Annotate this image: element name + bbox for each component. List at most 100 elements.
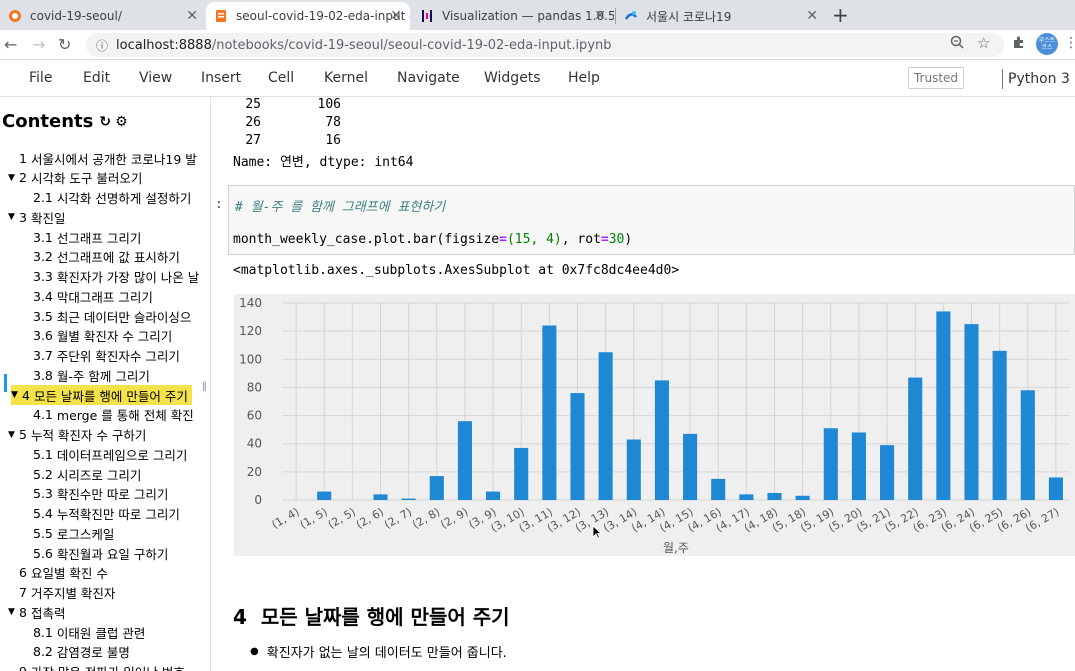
code-cell[interactable]: # 월-주 를 함께 그래프에 표현하기 month_weekly_case.p…	[228, 185, 1075, 255]
bar	[767, 492, 782, 500]
bar-chart-svg: 020406080100120140(1, 4)(1, 5)(2, 5)(2, …	[239, 296, 1070, 555]
back-icon[interactable]: ←	[4, 35, 17, 54]
kernel-name[interactable]: Python 3	[1008, 71, 1070, 87]
more-menu-icon[interactable]: ⋮	[1064, 35, 1075, 51]
toc-item[interactable]: 8.1 이태원 클럽 관련	[33, 622, 145, 642]
toc-item[interactable]: 5.6 확진월과 요일 구하기	[33, 543, 168, 563]
toc-item[interactable]: ▼ 4 모든 날짜를 행에 만들어 주기	[11, 385, 192, 405]
resize-handle[interactable]: ‖	[202, 381, 207, 392]
toc-item[interactable]: ▼ 3 확진일	[8, 207, 65, 227]
toc-item[interactable]: 9 가장 많은 전파가 일어난 번호	[8, 662, 185, 671]
toc-item[interactable]: ▼ 8 접촉력	[8, 602, 65, 622]
toc-sidebar: Contents ↻ ⚙ 1 서울시에서 공개한 코로나19 발 ▼ 2 시각화 도구 …	[0, 97, 211, 671]
toc-item[interactable]: 5.3 확진수만 따로 그리기	[33, 484, 168, 504]
toc-item[interactable]: 2.1 시각화 선명하게 설정하기	[33, 188, 191, 208]
close-icon[interactable]: ✕	[390, 8, 402, 24]
refresh-icon[interactable]: ↻	[99, 114, 111, 130]
zoom-icon[interactable]	[950, 35, 964, 53]
bar	[739, 494, 754, 500]
url-input[interactable]: ⓘ localhost:8888/notebooks/covid-19-seou…	[86, 33, 1004, 57]
toc-item-number: 5	[19, 427, 27, 442]
toc-item[interactable]: 6 요일별 확진 수	[8, 563, 108, 583]
code-comment: # 월-주 를 함께 그래프에 표현하기	[235, 200, 446, 215]
menu-kernel[interactable]: Kernel	[324, 70, 368, 86]
toc-header: Contents ↻ ⚙	[2, 111, 128, 132]
toc-item[interactable]: 3.6 월별 확진자 수 그리기	[33, 326, 172, 346]
toc-item[interactable]: 3.7 주단위 확진자수 그리기	[33, 346, 180, 366]
y-tick-label: 60	[247, 409, 262, 423]
toc-item[interactable]: 3.8 월-주 함께 그리기	[33, 365, 150, 385]
avatar[interactable]: 부스트코스	[1036, 33, 1058, 55]
toc-item-number: 3.7	[33, 348, 53, 363]
close-icon[interactable]: ✕	[806, 8, 818, 24]
toc-item[interactable]: 3.5 최근 데이터만 슬라이싱으	[33, 306, 191, 326]
address-toolbar: ← → ↻ ⓘ localhost:8888/notebooks/covid-1…	[0, 30, 1075, 60]
toc-item-label: 확진일	[30, 210, 66, 226]
toc-item[interactable]: ▼ 5 누적 확진자 수 구하기	[8, 425, 146, 445]
toc-item[interactable]: 5.4 누적확진만 따로 그리기	[33, 504, 180, 524]
bar	[908, 377, 923, 500]
chevron-down-icon[interactable]: ▼	[8, 212, 17, 222]
row-value: 106	[317, 97, 341, 112]
close-icon[interactable]: ✕	[186, 8, 198, 24]
tab-pandas-visualization[interactable]: Visualization — pandas 1.0.5 d ✕	[412, 2, 614, 30]
menu-insert[interactable]: Insert	[201, 70, 241, 86]
reload-icon[interactable]: ↻	[58, 35, 71, 54]
info-icon[interactable]: ⓘ	[96, 37, 108, 54]
toc-item[interactable]: 3.2 선그래프에 값 표시하기	[33, 247, 180, 267]
toc-item-number: 7	[19, 585, 27, 600]
toc-item[interactable]: 3.1 선그래프 그리기	[33, 227, 141, 247]
tab-eda-notebook[interactable]: seoul-covid-19-02-eda-input - ✕	[206, 2, 410, 30]
x-tick-label: (2, 6)	[354, 505, 386, 531]
menu-edit[interactable]: Edit	[83, 70, 110, 86]
toc-item[interactable]: 1 서울시에서 공개한 코로나19 발	[8, 148, 197, 168]
toc-item[interactable]: 5.5 로그스케일	[33, 523, 114, 543]
toc-item[interactable]: 5.2 시리즈로 그리기	[33, 464, 141, 484]
menu-help[interactable]: Help	[568, 70, 600, 86]
toc-item[interactable]: ▼ 2 시각화 도구 불러오기	[8, 168, 142, 188]
close-icon[interactable]: ✕	[594, 8, 606, 24]
chevron-down-icon[interactable]: ▼	[8, 173, 17, 183]
menu-cell[interactable]: Cell	[268, 70, 294, 86]
chevron-down-icon[interactable]: ▼	[8, 607, 17, 617]
tab-covid-19-seoul[interactable]: covid-19-seoul/ ✕	[0, 2, 206, 30]
bookmark-star-icon[interactable]: ☆	[977, 34, 990, 52]
x-axis-label: 월,주	[663, 541, 689, 555]
toc-item[interactable]: 7 거주지별 확진자	[8, 583, 115, 603]
y-tick-label: 80	[247, 380, 262, 394]
toc-item[interactable]: 5.1 데이터프레임으로 그리기	[33, 444, 187, 464]
toc-item-number: 3.5	[33, 308, 53, 324]
notebook-area: 25 106 26 78 27 16 Name: 연변, dtype: int64 :…	[212, 97, 1075, 671]
chevron-down-icon[interactable]: ▼	[11, 390, 20, 400]
menu-widgets[interactable]: Widgets	[484, 70, 541, 86]
toc-item[interactable]: 3.4 막대그래프 그리기	[33, 286, 153, 306]
toc-item-label: 누적확진만 따로 그리기	[56, 507, 180, 522]
chevron-down-icon[interactable]: ▼	[8, 430, 17, 440]
toc-item[interactable]: 3.3 확진자가 가장 많이 나온 날	[33, 267, 199, 287]
gear-icon[interactable]: ⚙	[115, 114, 128, 130]
x-tick-label: (1, 5)	[298, 505, 330, 531]
toc-item-label: 데이터프레임으로 그리기	[56, 447, 188, 463]
bar	[823, 428, 838, 500]
toc-item-number: 3.3	[33, 269, 53, 284]
toc-item-number: 3	[19, 209, 27, 225]
toc-item-number: 4.1	[33, 407, 53, 423]
trusted-button[interactable]: Trusted	[908, 67, 964, 89]
code-kwarg: rot	[577, 232, 601, 247]
output-footer: Name: 연변, dtype: int64	[233, 155, 414, 170]
menu-view[interactable]: View	[139, 70, 172, 86]
toc-item[interactable]: 8.2 감염경로 불명	[33, 642, 130, 662]
extensions-icon[interactable]	[1012, 35, 1026, 53]
url-host: localhost:8888	[116, 37, 212, 53]
bar	[851, 432, 866, 500]
menu-navigate[interactable]: Navigate	[397, 70, 460, 86]
new-tab-icon[interactable]: +	[832, 3, 849, 27]
tab-seoul-corona[interactable]: 서울시 코로나19 ✕	[616, 2, 826, 30]
menu-file[interactable]: File	[29, 70, 52, 86]
tab-label: covid-19-seoul/	[30, 9, 122, 23]
toc-item[interactable]: 4.1 merge 를 통해 전체 확진	[33, 405, 194, 425]
tab-label: 서울시 코로나19	[646, 9, 732, 24]
forward-icon[interactable]: →	[32, 35, 45, 54]
toc-item-label: 이태원 클럽 관련	[56, 625, 146, 641]
notebook-menubar: File Edit View Insert Cell Kernel Naviga…	[0, 60, 1075, 97]
